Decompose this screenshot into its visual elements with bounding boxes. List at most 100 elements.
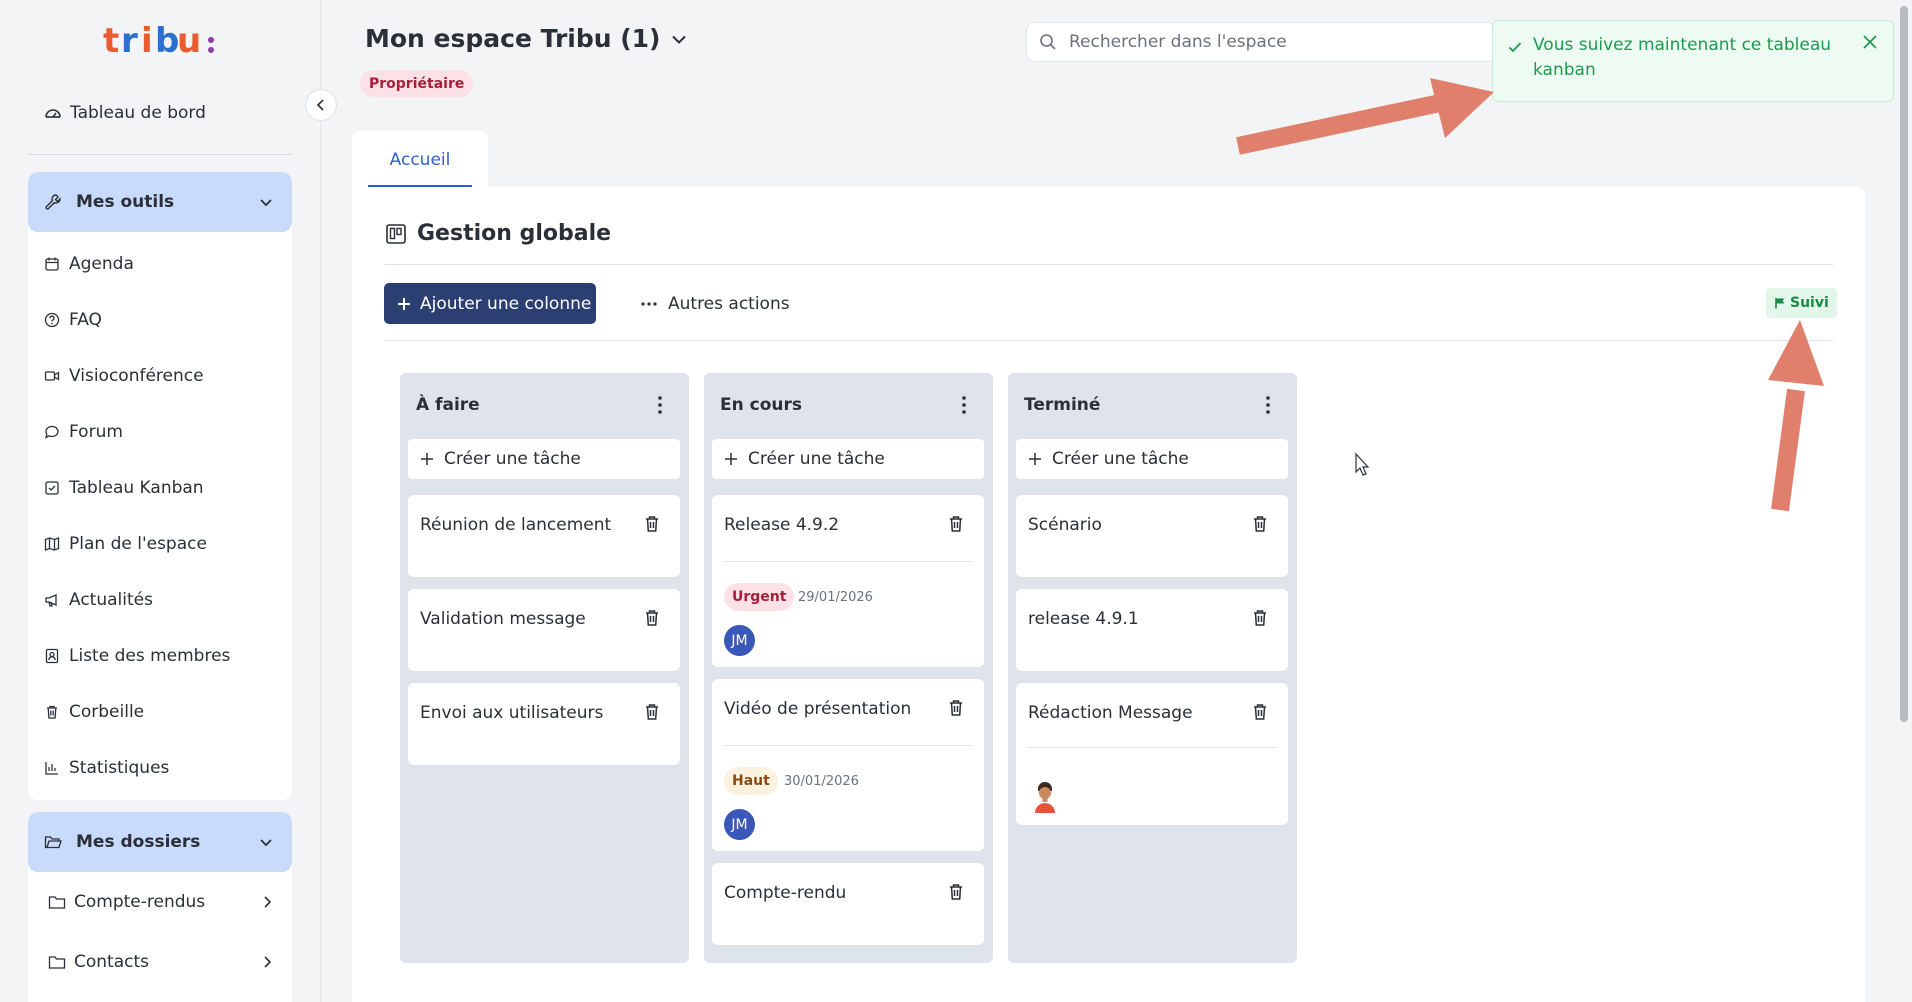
sidebar: t r i b u Tableau de bord Mes outils Age… — [0, 0, 321, 1002]
sidebar-item-label: Tableau Kanban — [69, 478, 204, 498]
task-card[interactable]: Scénario — [1016, 495, 1288, 577]
folder-open-icon — [44, 836, 62, 849]
task-title: Compte-rendu — [724, 883, 847, 903]
sidebar-item-agenda[interactable]: Agenda — [28, 236, 292, 292]
task-title: Validation message — [420, 609, 586, 629]
sidebar-item-label: Visioconférence — [69, 366, 204, 386]
task-card[interactable]: release 4.9.1 — [1016, 589, 1288, 671]
sidebar-item-statistics[interactable]: Statistiques — [28, 740, 292, 796]
more-vertical-icon[interactable] — [657, 395, 663, 415]
trash-icon[interactable] — [644, 703, 660, 721]
search-input[interactable] — [1069, 32, 1429, 52]
folders-group: Mes dossiers Compte-rendus Contacts — [28, 812, 292, 1002]
kanban-board-icon — [386, 223, 406, 244]
sidebar-item-label: Statistiques — [69, 758, 170, 778]
map-icon — [44, 537, 60, 551]
sidebar-item-forum[interactable]: Forum — [28, 404, 292, 460]
wrench-icon — [45, 194, 61, 210]
create-task-button[interactable]: Créer une tâche — [408, 439, 680, 479]
task-card[interactable]: Validation message — [408, 589, 680, 671]
folders-group-header[interactable]: Mes dossiers — [28, 812, 292, 872]
add-column-button[interactable]: Ajouter une colonne — [384, 283, 596, 324]
svg-text:r: r — [121, 22, 138, 61]
task-title: Vidéo de présentation — [724, 699, 912, 719]
chat-bubble-icon — [44, 425, 59, 439]
svg-text:b: b — [155, 22, 179, 61]
priority-badge: Haut — [724, 767, 778, 795]
sidebar-item-trash[interactable]: Corbeille — [28, 684, 292, 740]
sidebar-item-faq[interactable]: FAQ — [28, 292, 292, 348]
chevron-right-icon — [264, 956, 272, 968]
more-actions-button[interactable]: Autres actions — [640, 289, 790, 319]
toast-message: Vous suivez maintenant ce tableau kanban — [1533, 35, 1832, 80]
follow-badge[interactable]: Suivi — [1766, 288, 1837, 318]
create-task-label: Créer une tâche — [748, 449, 885, 469]
tools-group-label: Mes outils — [76, 192, 175, 212]
card-divider — [724, 561, 972, 562]
avatar[interactable]: JM — [724, 809, 755, 840]
scrollbar-thumb[interactable] — [1900, 6, 1908, 722]
sidebar-item-members[interactable]: Liste des membres — [28, 628, 292, 684]
trash-icon[interactable] — [948, 883, 964, 901]
more-vertical-icon[interactable] — [961, 395, 967, 415]
priority-badge: Urgent — [724, 583, 795, 611]
svg-text:t: t — [103, 22, 119, 61]
trash-icon[interactable] — [644, 515, 660, 533]
trash-icon[interactable] — [1252, 515, 1268, 533]
sidebar-item-label: Liste des membres — [69, 646, 231, 666]
card-divider — [724, 745, 972, 746]
sidebar-item-dashboard[interactable]: Tableau de bord — [28, 96, 292, 130]
person-avatar-icon[interactable] — [1032, 779, 1058, 813]
check-square-icon — [45, 481, 59, 495]
video-icon — [44, 371, 60, 381]
board-title: Gestion globale — [385, 221, 611, 246]
search-icon — [1040, 34, 1056, 50]
collapse-sidebar-button[interactable] — [305, 89, 337, 121]
folder-item-label: Contacts — [74, 952, 149, 972]
sidebar-item-label: Corbeille — [69, 702, 145, 722]
tools-group-header[interactable]: Mes outils — [28, 172, 292, 232]
task-card[interactable]: Rédaction Message — [1016, 683, 1288, 825]
trash-icon[interactable] — [948, 515, 964, 533]
folder-item-contacts[interactable]: Contacts — [28, 932, 292, 992]
tab-accueil[interactable]: Accueil — [352, 131, 488, 188]
bar-chart-icon — [45, 762, 58, 775]
sidebar-item-news[interactable]: Actualités — [28, 572, 292, 628]
task-card[interactable]: Réunion de lancement — [408, 495, 680, 577]
space-selector[interactable]: Mon espace Tribu (1) — [365, 24, 688, 53]
chevron-down-icon — [260, 199, 272, 207]
folder-item-label: Compte-rendus — [74, 892, 206, 912]
avatar[interactable]: JM — [724, 625, 755, 656]
column-title: À faire — [416, 395, 480, 415]
create-task-button[interactable]: Créer une tâche — [1016, 439, 1288, 479]
check-icon — [1508, 42, 1522, 53]
contact-card-icon — [45, 648, 59, 664]
task-card[interactable]: Envoi aux utilisateurs — [408, 683, 680, 765]
tribu-logo[interactable]: t r i b u — [103, 22, 223, 62]
svg-text:u: u — [177, 22, 201, 61]
task-card[interactable]: Vidéo de présentation Haut 30/01/2026 JM — [712, 679, 984, 851]
sidebar-divider — [28, 154, 292, 155]
kanban-column-in-progress: En cours Créer une tâche Release 4.9.2 U… — [704, 373, 993, 963]
close-icon[interactable] — [1861, 33, 1879, 51]
trash-icon[interactable] — [948, 699, 964, 717]
role-badge: Propriétaire — [360, 70, 474, 97]
sidebar-item-space-map[interactable]: Plan de l'espace — [28, 516, 292, 572]
create-task-button[interactable]: Créer une tâche — [712, 439, 984, 479]
trash-icon[interactable] — [1252, 703, 1268, 721]
column-title: En cours — [720, 395, 802, 415]
kanban-column-done: Terminé Créer une tâche Scénario release… — [1008, 373, 1297, 963]
plus-icon — [1029, 453, 1041, 465]
search-box[interactable] — [1026, 22, 1496, 62]
task-card[interactable]: Compte-rendu — [712, 863, 984, 945]
task-card[interactable]: Release 4.9.2 Urgent 29/01/2026 JM — [712, 495, 984, 667]
more-vertical-icon[interactable] — [1265, 395, 1271, 415]
sidebar-item-kanban[interactable]: Tableau Kanban — [28, 460, 292, 516]
trash-icon[interactable] — [1252, 609, 1268, 627]
trash-icon[interactable] — [644, 609, 660, 627]
chevron-left-icon — [316, 99, 324, 111]
folder-item-compte-rendus[interactable]: Compte-rendus — [28, 872, 292, 932]
toolbar-divider — [384, 340, 1833, 341]
sidebar-item-videoconference[interactable]: Visioconférence — [28, 348, 292, 404]
svg-text:i: i — [141, 22, 153, 61]
